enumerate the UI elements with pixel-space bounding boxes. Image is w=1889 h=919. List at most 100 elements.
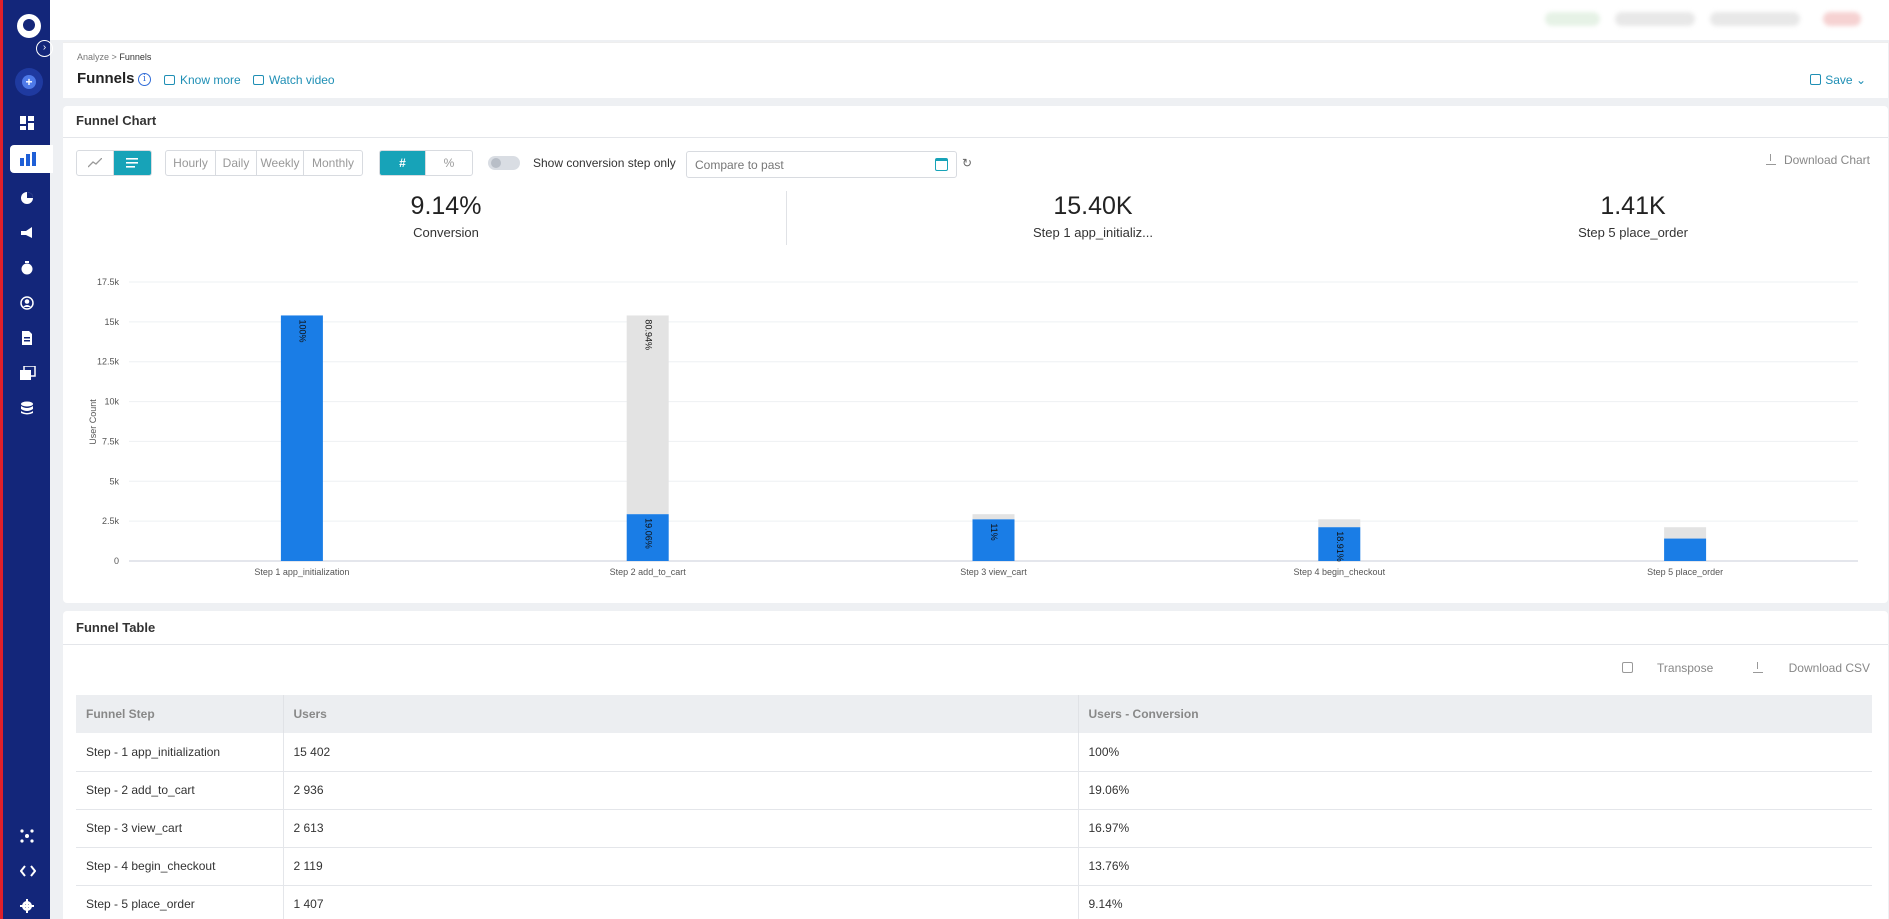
table-cell: 2 613 — [283, 809, 1079, 848]
info-icon[interactable]: i — [138, 73, 151, 86]
table-cell: 2 119 — [283, 847, 1079, 886]
gear-icon — [20, 899, 34, 913]
conversion-bar — [1664, 538, 1707, 561]
sidebar-item-dashboard[interactable] — [6, 109, 50, 137]
external-link-icon — [164, 75, 175, 85]
table-cell: 100% — [1078, 733, 1872, 772]
blurred-avatar — [1823, 12, 1861, 26]
blurred-status — [1545, 12, 1600, 26]
watch-video-label: Watch video — [269, 73, 335, 87]
table-cell: 9.14% — [1078, 885, 1872, 919]
sidebar-item-data[interactable] — [6, 394, 50, 422]
download-icon — [1752, 662, 1763, 673]
table-cell: Step - 3 view_cart — [76, 809, 284, 848]
bar-data-label: 19.06% — [643, 518, 653, 549]
save-label: Save — [1825, 73, 1853, 87]
table-row: Step - 4 begin_checkout 2 119 13.76% — [76, 847, 1872, 886]
expand-sidebar-icon[interactable]: › — [36, 40, 53, 57]
sidebar-item-analyze[interactable] — [10, 145, 53, 173]
bar-data-label: 18.91% — [1335, 531, 1345, 562]
x-tick-label: Step 5 place_order — [1647, 567, 1723, 577]
funnel-table: Funnel Step Users Users - Conversion Ste… — [76, 695, 1872, 919]
stacked-images-icon — [20, 366, 36, 380]
table-actions: Transpose Download CSV — [1586, 661, 1870, 675]
save-button[interactable]: Save ⌄ — [1810, 73, 1866, 87]
plus-icon: + — [22, 75, 36, 89]
table-cell: 1 407 — [283, 885, 1079, 919]
page-title: Funnels — [77, 70, 135, 87]
sidebar-item-settings[interactable] — [6, 892, 50, 919]
download-csv-label: Download CSV — [1788, 661, 1870, 675]
table-cell: 2 936 — [283, 771, 1079, 810]
sidebar-item-library[interactable] — [6, 359, 50, 387]
table-cell: Step - 4 begin_checkout — [76, 847, 284, 886]
x-tick-label: Step 2 add_to_cart — [610, 567, 687, 577]
funnel-table-title: Funnel Table — [76, 620, 156, 635]
drop-off-data-label: 80.94% — [643, 319, 653, 350]
table-cell: 13.76% — [1078, 847, 1872, 886]
video-icon — [253, 75, 264, 85]
table-cell: 15 402 — [283, 733, 1079, 772]
sidebar-item-developer[interactable] — [6, 857, 50, 885]
breadcrumb: Analyze > Funnels — [77, 52, 151, 62]
funnel-chart-card: Funnel Chart Hourly Daily Weekly Monthly… — [63, 106, 1888, 603]
breadcrumb-parent[interactable]: Analyze — [77, 52, 109, 62]
x-tick-label: Step 4 begin_checkout — [1294, 567, 1386, 577]
drop-off-bar — [972, 514, 1015, 520]
database-icon — [21, 401, 33, 415]
table-row: Step - 1 app_initialization 15 402 100% — [76, 733, 1872, 772]
y-tick-label: 7.5k — [102, 436, 120, 446]
y-axis-label: User Count — [88, 399, 98, 445]
y-tick-label: 0 — [114, 556, 119, 566]
create-button[interactable]: + — [15, 68, 43, 96]
user-circle-icon — [20, 296, 34, 310]
y-tick-label: 2.5k — [102, 516, 120, 526]
y-tick-label: 17.5k — [97, 277, 120, 287]
know-more-label: Know more — [180, 73, 241, 87]
megaphone-icon — [21, 227, 32, 238]
column-header[interactable]: Users — [283, 695, 1079, 733]
bar-data-label: 11% — [989, 523, 999, 540]
column-header[interactable]: Funnel Step — [76, 695, 284, 733]
blurred-item — [1615, 12, 1695, 26]
document-icon — [22, 331, 32, 345]
sidebar-item-reports[interactable] — [6, 184, 50, 212]
app-logo[interactable] — [17, 14, 41, 38]
x-tick-label: Step 3 view_cart — [960, 567, 1027, 577]
sidebar-item-campaigns[interactable] — [6, 219, 50, 247]
watch-video-link[interactable]: Watch video — [253, 73, 335, 87]
transpose-button[interactable]: Transpose — [1604, 661, 1713, 675]
table-cell: Step - 5 place_order — [76, 885, 284, 919]
funnel-bar-chart: 0 2.5k 5k 7.5k 10k 12.5k 15k 17.5k User Count 100… — [88, 277, 1858, 577]
download-csv-button[interactable]: Download CSV — [1735, 661, 1870, 675]
sidebar-item-timer[interactable] — [6, 254, 50, 282]
dashboard-icon — [20, 116, 34, 130]
column-header[interactable]: Users - Conversion — [1078, 695, 1872, 733]
sidebar-item-documents[interactable] — [6, 324, 50, 352]
drop-off-bar — [1318, 519, 1361, 528]
bar-chart-icon — [20, 152, 36, 166]
top-bar — [50, 0, 1889, 40]
table-cell: Step - 1 app_initialization — [76, 733, 284, 772]
table-row: Step - 5 place_order 1 407 9.14% — [76, 885, 1872, 919]
integrations-icon — [20, 829, 34, 843]
breadcrumb-current: Funnels — [119, 52, 152, 62]
table-cell: 16.97% — [1078, 809, 1872, 848]
table-cell: Step - 2 add_to_cart — [76, 771, 284, 810]
divider — [63, 644, 1888, 645]
y-tick-label: 5k — [109, 476, 119, 486]
blurred-item — [1710, 12, 1800, 26]
table-row: Step - 3 view_cart 2 613 16.97% — [76, 809, 1872, 848]
stopwatch-icon — [21, 261, 33, 275]
funnel-table-card: Funnel Table Transpose Download CSV Funn… — [63, 611, 1888, 919]
table-row: Step - 2 add_to_cart 2 936 19.06% — [76, 771, 1872, 810]
sidebar-item-users[interactable] — [6, 289, 50, 317]
breadcrumb-separator: > — [111, 52, 117, 62]
table-cell: 19.06% — [1078, 771, 1872, 810]
save-icon — [1810, 74, 1822, 85]
drop-off-bar — [1664, 527, 1707, 539]
y-tick-label: 10k — [104, 397, 119, 407]
sidebar-item-integrations[interactable] — [6, 822, 50, 850]
know-more-link[interactable]: Know more — [164, 73, 241, 87]
code-icon — [20, 865, 36, 877]
